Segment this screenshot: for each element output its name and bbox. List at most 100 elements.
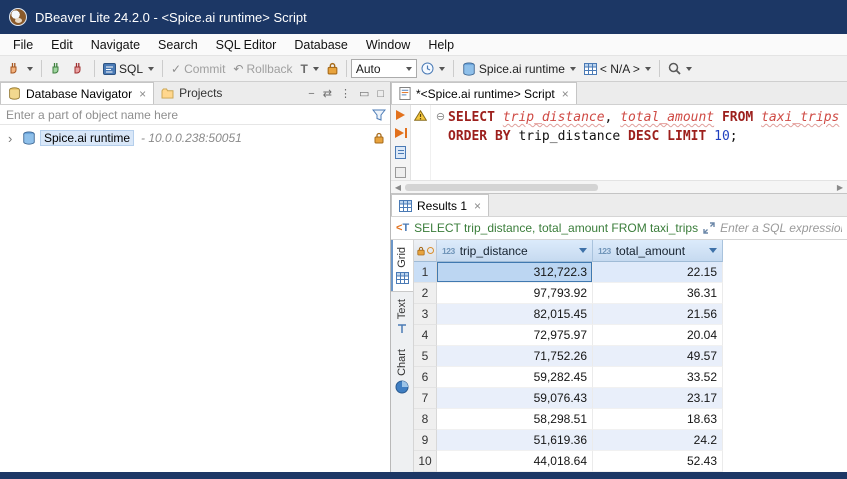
scrollbar-thumb[interactable] xyxy=(405,184,598,191)
column-header-total-amount[interactable]: 123 total_amount xyxy=(593,240,723,262)
warning-icon[interactable] xyxy=(414,110,427,121)
row-number-cell[interactable]: 5 xyxy=(414,346,437,367)
grid-cell-total-amount[interactable]: 49.57 xyxy=(593,346,723,367)
filter-funnel-icon[interactable] xyxy=(372,109,386,121)
sort-desc-icon[interactable] xyxy=(579,248,587,253)
code-line[interactable]: ORDER BY trip_distance DESC LIMIT 10; xyxy=(433,127,847,146)
menu-edit[interactable]: Edit xyxy=(42,36,82,54)
menu-file[interactable]: File xyxy=(4,36,42,54)
grid-cell-trip-distance[interactable]: 59,282.45 xyxy=(437,367,593,388)
rollback-button[interactable]: ↶ Rollback xyxy=(229,58,296,79)
grid-cell-total-amount[interactable]: 20.04 xyxy=(593,325,723,346)
row-number-cell[interactable]: 7 xyxy=(414,388,437,409)
editor-horizontal-scrollbar[interactable]: ◀ ▶ xyxy=(391,180,847,193)
table-row: 297,793.9236.31 xyxy=(414,283,847,304)
sort-desc-icon[interactable] xyxy=(709,248,717,253)
row-number-cell[interactable]: 8 xyxy=(414,409,437,430)
active-schema-combo[interactable]: < N/A > xyxy=(580,58,655,79)
row-number-cell[interactable]: 4 xyxy=(414,325,437,346)
result-grid: 123 trip_distance 123 total_amount 1312,… xyxy=(414,240,847,479)
tab-label: Projects xyxy=(179,86,222,100)
sql-code[interactable]: ⊖SELECT trip_distance, total_amount FROM… xyxy=(431,105,847,180)
history-button[interactable] xyxy=(417,58,449,79)
sql-button-label: SQL xyxy=(119,62,143,76)
grid-cell-trip-distance[interactable]: 59,076.43 xyxy=(437,388,593,409)
maximize-view-icon[interactable]: □ xyxy=(377,88,384,100)
menu-search[interactable]: Search xyxy=(149,36,207,54)
grid-cell-total-amount[interactable]: 23.17 xyxy=(593,388,723,409)
object-filter-input[interactable] xyxy=(6,108,368,122)
close-icon[interactable]: × xyxy=(560,87,569,101)
grid-cell-total-amount[interactable]: 33.52 xyxy=(593,367,723,388)
grid-cell-total-amount[interactable]: 36.31 xyxy=(593,283,723,304)
grid-cell-total-amount[interactable]: 18.63 xyxy=(593,409,723,430)
tab-results-1[interactable]: Results 1 × xyxy=(391,194,489,216)
execute-statement-button[interactable] xyxy=(396,110,405,120)
scroll-left-icon[interactable]: ◀ xyxy=(391,183,405,192)
link-with-editor-icon[interactable]: ⇄ xyxy=(323,87,332,100)
scrollbar-track[interactable] xyxy=(405,183,833,192)
menu-window[interactable]: Window xyxy=(357,36,419,54)
code-line[interactable]: ⊖SELECT trip_distance, total_amount FROM… xyxy=(433,108,847,127)
view-menu-icon[interactable]: ⋮ xyxy=(340,87,351,100)
execute-script-button[interactable] xyxy=(395,128,407,138)
tab-sql-script[interactable]: *<Spice.ai runtime> Script × xyxy=(391,82,577,104)
grid-cell-trip-distance[interactable]: 51,619.36 xyxy=(437,430,593,451)
explain-plan-button[interactable] xyxy=(395,146,406,159)
grid-cell-trip-distance[interactable]: 72,975.97 xyxy=(437,325,593,346)
grid-cell-trip-distance[interactable]: 312,722.3 xyxy=(437,262,593,283)
grid-cell-total-amount[interactable]: 52.43 xyxy=(593,451,723,472)
close-icon[interactable]: × xyxy=(472,199,481,213)
app-window: DBeaver Lite 24.2.0 - <Spice.ai runtime>… xyxy=(0,0,847,479)
new-connection-button[interactable] xyxy=(4,58,37,79)
menu-database[interactable]: Database xyxy=(285,36,357,54)
new-sql-editor-button[interactable]: SQL xyxy=(99,58,158,79)
grid-cell-total-amount[interactable]: 22.15 xyxy=(593,262,723,283)
transaction-mode-button[interactable]: T xyxy=(297,58,323,79)
disconnect-button[interactable] xyxy=(68,58,90,79)
lock-toggle-button[interactable] xyxy=(323,58,342,79)
scroll-right-icon[interactable]: ▶ xyxy=(833,183,847,192)
toolbar-separator xyxy=(453,60,454,77)
grid-cell-trip-distance[interactable]: 82,015.45 xyxy=(437,304,593,325)
row-number-cell[interactable]: 10 xyxy=(414,451,437,472)
close-icon[interactable]: × xyxy=(137,87,146,101)
row-number-cell[interactable]: 2 xyxy=(414,283,437,304)
collapse-all-icon[interactable]: − xyxy=(308,88,314,100)
grid-cell-trip-distance[interactable]: 97,793.92 xyxy=(437,283,593,304)
grid-cell-trip-distance[interactable]: 71,752.26 xyxy=(437,346,593,367)
grid-cell-total-amount[interactable]: 21.56 xyxy=(593,304,723,325)
menu-navigate[interactable]: Navigate xyxy=(82,36,149,54)
active-connection-combo[interactable]: Spice.ai runtime xyxy=(458,58,580,79)
grid-corner-cell[interactable] xyxy=(414,240,437,262)
filter-expression-placeholder[interactable]: Enter a SQL expression to... xyxy=(720,221,842,235)
fold-collapse-icon[interactable]: ⊖ xyxy=(433,108,448,127)
view-tab-text[interactable]: Text xyxy=(391,292,413,342)
grid-cell-trip-distance[interactable]: 44,018.64 xyxy=(437,451,593,472)
result-query-text: SELECT trip_distance, total_amount FROM … xyxy=(414,221,698,235)
row-number-cell[interactable]: 9 xyxy=(414,430,437,451)
row-number-cell[interactable]: 1 xyxy=(414,262,437,283)
view-tab-chart[interactable]: Chart xyxy=(391,342,413,401)
tab-projects[interactable]: Projects xyxy=(154,82,229,104)
titlebar: DBeaver Lite 24.2.0 - <Spice.ai runtime>… xyxy=(0,0,847,34)
editor-extra-button[interactable] xyxy=(395,167,406,178)
commit-button[interactable]: ✓ Commit xyxy=(167,58,229,79)
column-header-trip-distance[interactable]: 123 trip_distance xyxy=(437,240,593,262)
expander-icon[interactable]: › xyxy=(8,131,18,146)
connection-tree-item[interactable]: › Spice.ai runtime - 10.0.0.238:50051 xyxy=(0,128,390,148)
tab-database-navigator[interactable]: Database Navigator × xyxy=(0,82,154,104)
minimize-view-icon[interactable]: ▭ xyxy=(359,87,369,100)
commit-mode-combo[interactable]: Auto xyxy=(351,59,417,78)
maximize-results-icon[interactable] xyxy=(703,222,715,234)
view-tab-grid[interactable]: Grid xyxy=(391,240,413,292)
menu-sql-editor[interactable]: SQL Editor xyxy=(207,36,286,54)
row-number-cell[interactable]: 6 xyxy=(414,367,437,388)
search-button[interactable] xyxy=(664,58,696,79)
menu-help[interactable]: Help xyxy=(419,36,463,54)
main-area: Database Navigator × Projects − ⇄ ⋮ ▭ □ xyxy=(0,82,847,479)
row-number-cell[interactable]: 3 xyxy=(414,304,437,325)
connect-button[interactable] xyxy=(46,58,68,79)
grid-cell-total-amount[interactable]: 24.2 xyxy=(593,430,723,451)
grid-cell-trip-distance[interactable]: 58,298.51 xyxy=(437,409,593,430)
